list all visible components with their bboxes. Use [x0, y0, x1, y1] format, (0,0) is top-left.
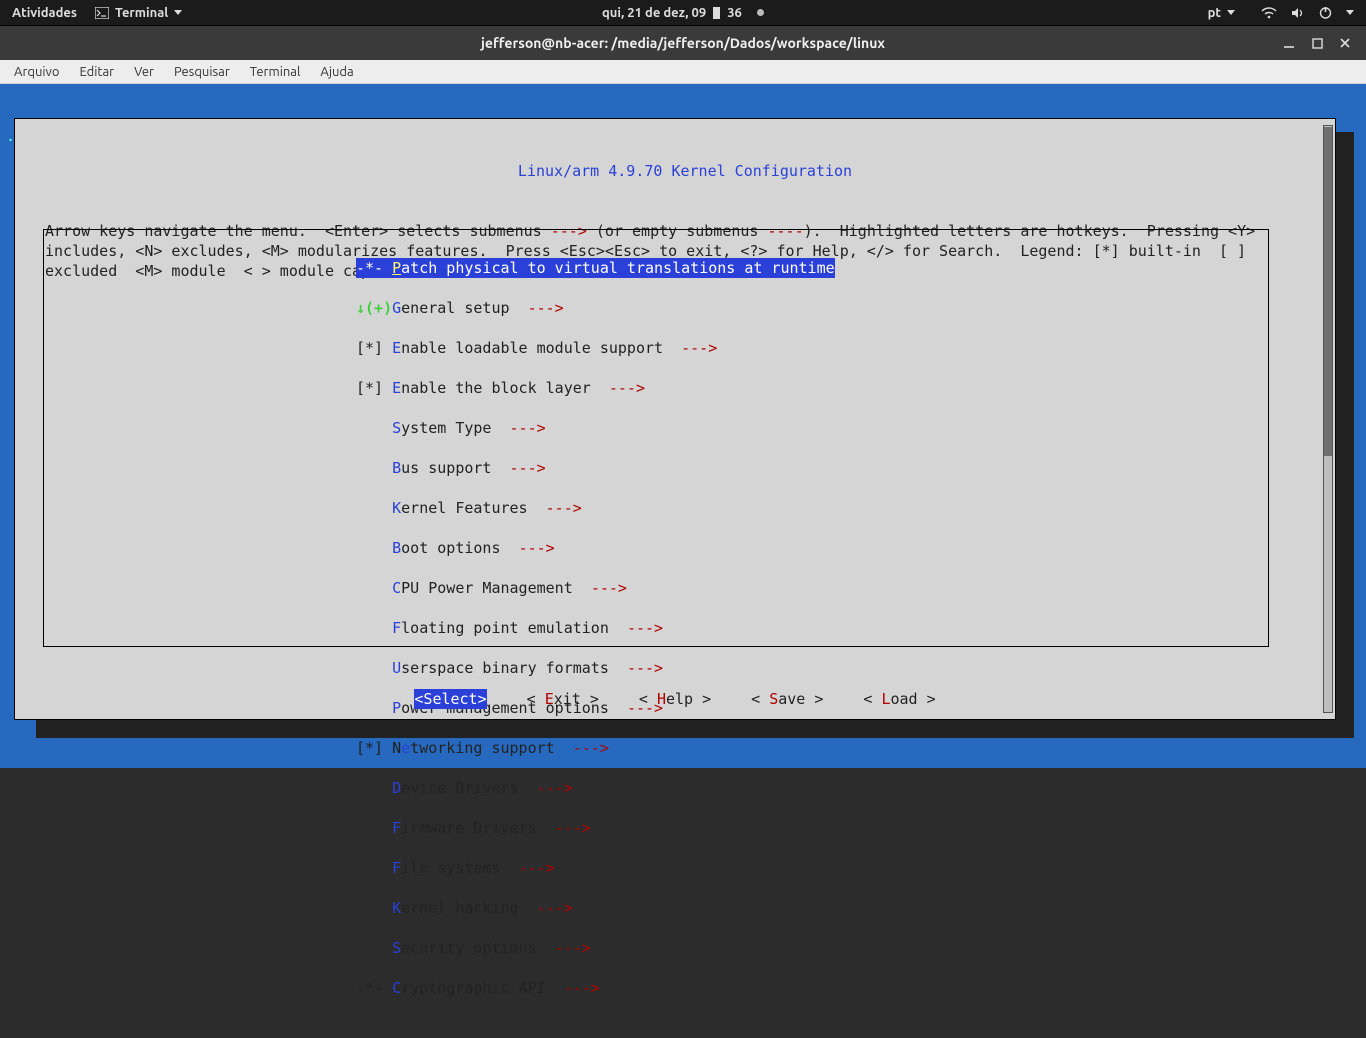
chevron-down-icon: [1346, 10, 1354, 15]
menu-item-loadable-modules[interactable]: [*] Enable loadable module support --->: [356, 338, 835, 358]
menuconfig-dialog: Linux/arm 4.9.70 Kernel Configuration Ar…: [14, 118, 1336, 720]
menu-pesquisar[interactable]: Pesquisar: [166, 63, 238, 81]
load-button[interactable]: < Load >: [863, 689, 935, 709]
input-source-label: pt: [1208, 6, 1221, 20]
menubar: Arquivo Editar Ver Pesquisar Terminal Aj…: [0, 60, 1366, 84]
activities-button[interactable]: Atividades: [6, 6, 83, 20]
clock-cursor-block: [713, 7, 720, 19]
notification-dot-icon: [757, 9, 764, 16]
menu-item-patch-phys-virt[interactable]: -*- Patch physical to virtual translatio…: [356, 258, 835, 278]
menu-item-kernel-hacking[interactable]: Kernel hacking --->: [356, 898, 835, 918]
menu-item-system-type[interactable]: System Type --->: [356, 418, 835, 438]
menu-item-device-drivers[interactable]: Device Drivers --->: [356, 778, 835, 798]
menu-arquivo[interactable]: Arquivo: [6, 63, 67, 81]
menu-list-box: -*- Patch physical to virtual translatio…: [43, 229, 1269, 647]
active-app-menu[interactable]: Terminal: [89, 6, 188, 20]
menu-item-firmware-drivers[interactable]: Firmware Drivers --->: [356, 818, 835, 838]
menu-item-networking[interactable]: [*] Networking support --->: [356, 738, 835, 758]
exit-button[interactable]: < Exit >: [527, 689, 599, 709]
maximize-button[interactable]: [1310, 36, 1324, 50]
chevron-down-icon: [174, 10, 182, 15]
scrollbar-thumb[interactable]: [1324, 127, 1332, 456]
clock-menu[interactable]: qui, 21 de dez, 09 36: [596, 6, 770, 20]
clock-suffix: 36: [727, 6, 742, 20]
activities-label: Atividades: [12, 6, 77, 20]
menu-item-fp-emulation[interactable]: Floating point emulation --->: [356, 618, 835, 638]
input-source-menu[interactable]: pt: [1202, 6, 1241, 20]
button-bar: <Select> < Exit > < Help > < Save > < Lo…: [15, 689, 1335, 709]
help-button[interactable]: < Help >: [639, 689, 711, 709]
menu-item-cpu-power-mgmt[interactable]: CPU Power Management --->: [356, 578, 835, 598]
close-icon: [1339, 37, 1351, 49]
terminal-icon: [95, 7, 109, 19]
window-title: jefferson@nb-acer: /media/jefferson/Dado…: [481, 35, 885, 51]
menu-item-bus-support[interactable]: Bus support --->: [356, 458, 835, 478]
maximize-icon: [1312, 38, 1323, 49]
terminal-viewport[interactable]: .config - Linux/arm 4.9.70 Kernel Config…: [0, 84, 1366, 768]
menu-item-security-options[interactable]: Security options --->: [356, 938, 835, 958]
menu-item-kernel-features[interactable]: Kernel Features --->: [356, 498, 835, 518]
clock-prefix: qui, 21 de dez, 09: [602, 6, 706, 20]
menu-item-boot-options[interactable]: Boot options --->: [356, 538, 835, 558]
minimize-button[interactable]: [1282, 36, 1296, 50]
gnome-top-panel: Atividades Terminal qui, 21 de dez, 09 36…: [0, 0, 1366, 26]
save-button[interactable]: < Save >: [751, 689, 823, 709]
menu-ajuda[interactable]: Ajuda: [312, 63, 361, 81]
dialog-title: Linux/arm 4.9.70 Kernel Configuration: [45, 161, 1325, 181]
system-status-area[interactable]: [1255, 6, 1360, 19]
menu-item-block-layer[interactable]: [*] Enable the block layer --->: [356, 378, 835, 398]
menu-item-file-systems[interactable]: File systems --->: [356, 858, 835, 878]
active-app-label: Terminal: [115, 6, 168, 20]
wifi-icon: [1261, 7, 1277, 19]
menu-item-userspace-binfmt[interactable]: Userspace binary formats --->: [356, 658, 835, 678]
menu-editar[interactable]: Editar: [71, 63, 122, 81]
minimize-icon: [1283, 37, 1295, 49]
menu-list: -*- Patch physical to virtual translatio…: [356, 238, 835, 1038]
close-button[interactable]: [1338, 36, 1352, 50]
power-icon: [1319, 6, 1332, 19]
menu-ver[interactable]: Ver: [126, 63, 162, 81]
menu-terminal[interactable]: Terminal: [242, 63, 309, 81]
terminal-window: jefferson@nb-acer: /media/jefferson/Dado…: [0, 26, 1366, 768]
menu-item-general-setup[interactable]: General setup --->: [356, 298, 835, 318]
chevron-down-icon: [1227, 10, 1235, 15]
menu-item-crypto-api[interactable]: -*- Cryptographic API --->: [356, 978, 835, 998]
dialog-scrollbar[interactable]: [1323, 125, 1333, 713]
volume-icon: [1291, 7, 1305, 19]
select-button[interactable]: <Select>: [414, 689, 486, 709]
window-titlebar[interactable]: jefferson@nb-acer: /media/jefferson/Dado…: [0, 26, 1366, 60]
